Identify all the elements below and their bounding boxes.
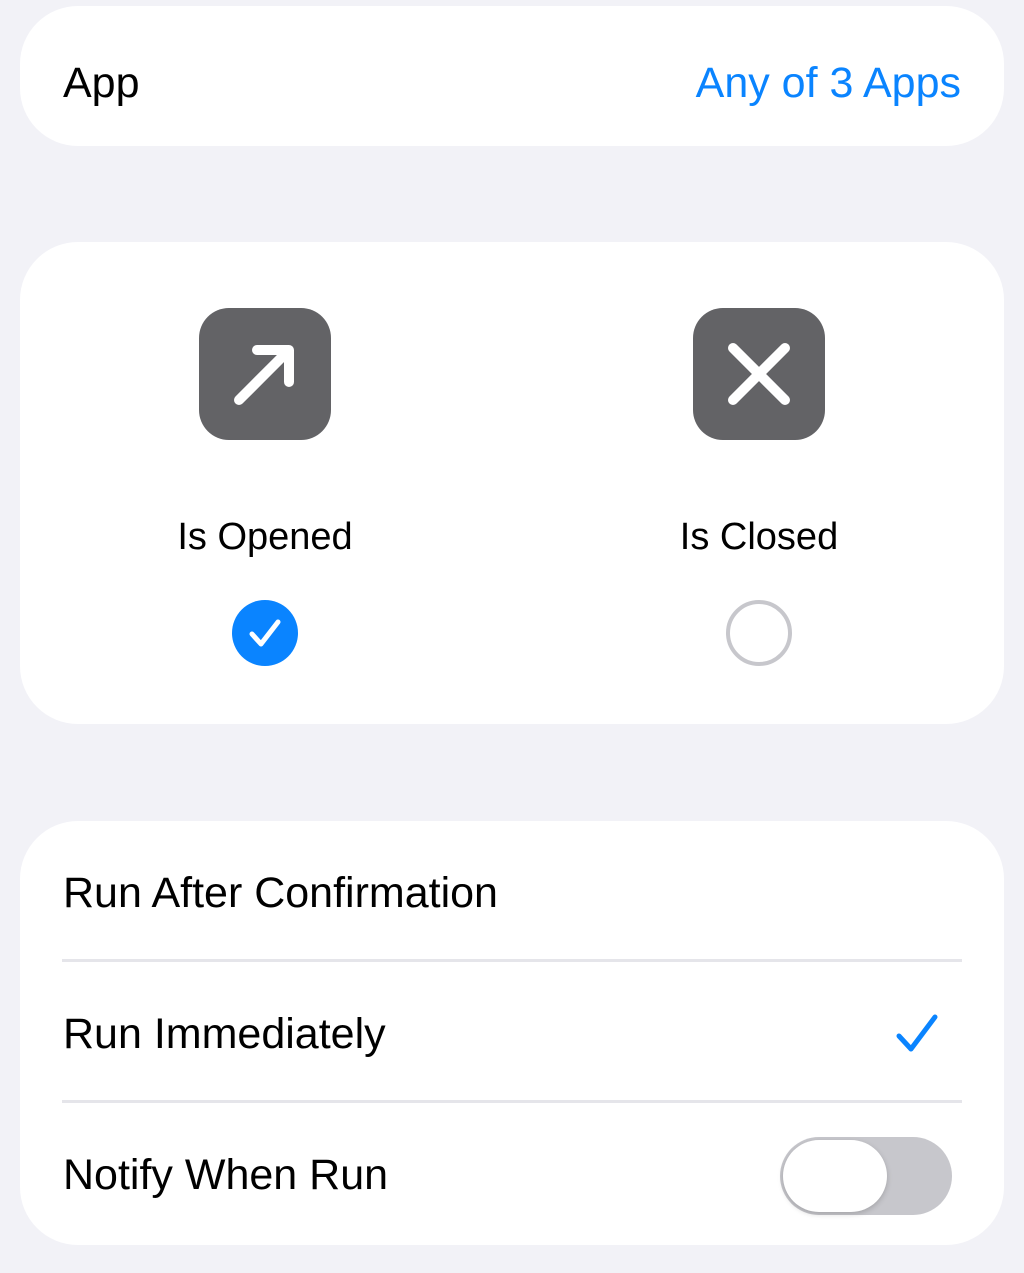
run-immediately-label: Run Immediately [63,1010,386,1058]
is-closed-radio-unchecked[interactable] [726,600,792,666]
run-after-confirmation-row[interactable]: Run After Confirmation [20,821,1004,962]
option-is-opened[interactable]: Is Opened [20,242,512,724]
is-opened-label: Is Opened [177,516,353,558]
option-is-closed[interactable]: Is Closed [512,242,1004,724]
arrow-up-right-icon [199,308,331,440]
notify-when-run-row: Notify When Run [20,1103,1004,1244]
toggle-knob [783,1140,887,1212]
app-selector-row[interactable]: App Any of 3 Apps [20,6,1004,146]
run-options-card: Run After Confirmation Run Immediately N… [20,821,1004,1245]
notify-when-run-label: Notify When Run [63,1151,389,1199]
xmark-icon [693,308,825,440]
app-value-link[interactable]: Any of 3 Apps [696,56,961,110]
app-label: App [63,59,140,107]
checkmark-icon [894,1011,940,1057]
notify-when-run-toggle[interactable] [780,1137,952,1215]
run-after-confirmation-label: Run After Confirmation [63,869,498,917]
is-closed-label: Is Closed [679,516,839,558]
run-immediately-row[interactable]: Run Immediately [20,962,1004,1103]
is-opened-radio-checked[interactable] [232,600,298,666]
trigger-card: Is Opened Is Closed [20,242,1004,724]
